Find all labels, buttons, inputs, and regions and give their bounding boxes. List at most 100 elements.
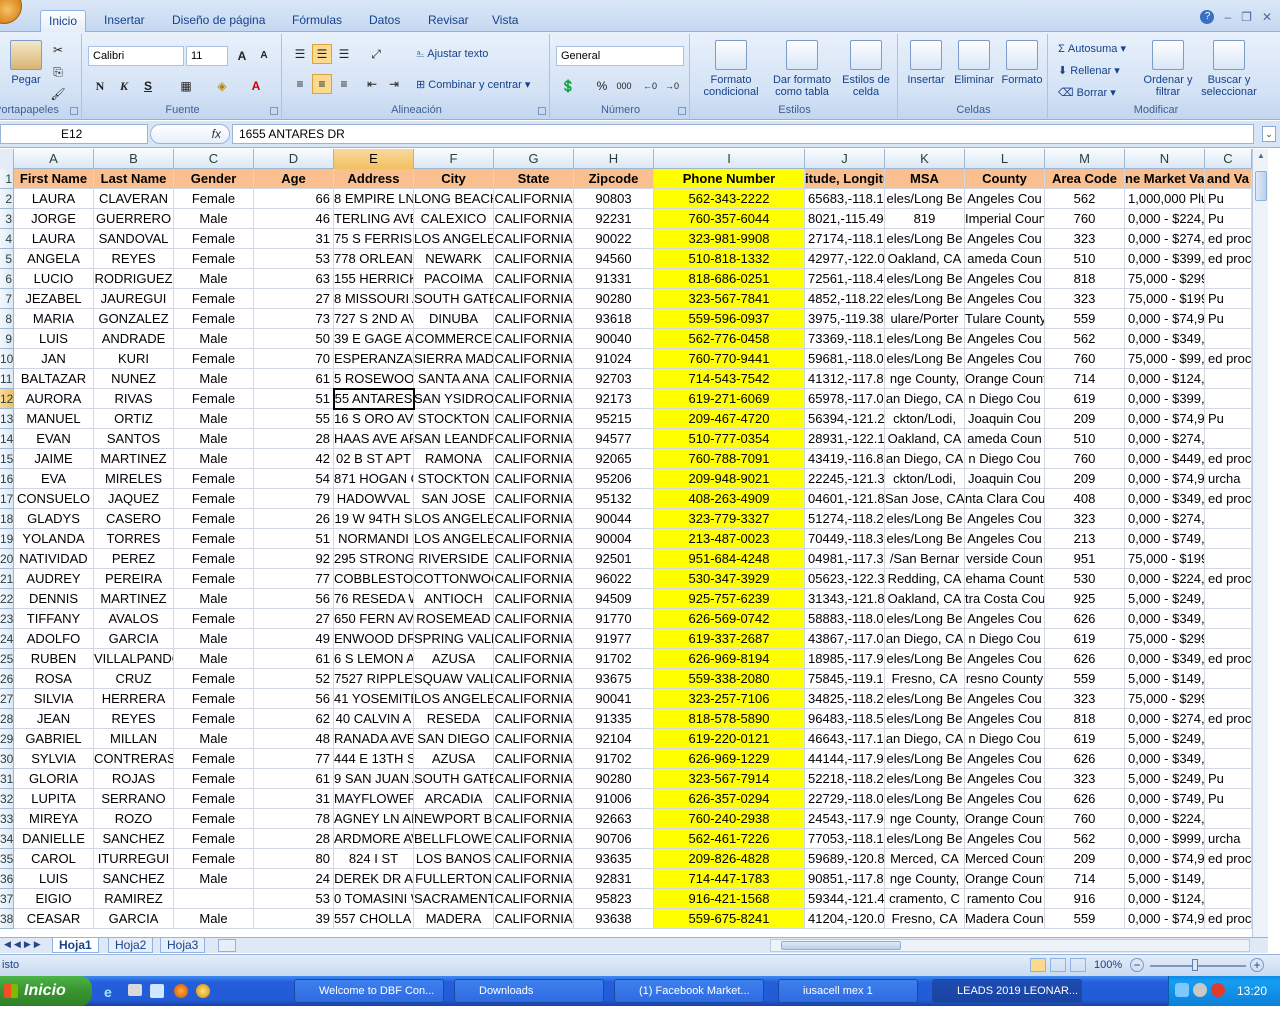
cell[interactable]: 760-357-6044 [654, 209, 805, 229]
cell[interactable]: CALIFORNIA [494, 249, 574, 269]
cell[interactable]: 0,000 - $224,9 [1125, 569, 1205, 589]
cell[interactable]: 778 ORLEANS [334, 249, 414, 269]
name-box[interactable]: E12 [0, 124, 148, 144]
column-header-k[interactable]: K [885, 149, 965, 169]
cell[interactable]: 626 [1045, 749, 1125, 769]
cell[interactable] [1205, 749, 1252, 769]
cell[interactable]: MIREYA [14, 809, 94, 829]
cell[interactable]: JORGE [14, 209, 94, 229]
cell[interactable]: 0,000 - $274,9 [1125, 709, 1205, 729]
cell[interactable]: 28931,-122.15 [805, 429, 885, 449]
cell[interactable]: 94577 [574, 429, 654, 449]
cell[interactable]: EVA [14, 469, 94, 489]
cell[interactable]: 75,000 - $199,999 [1125, 549, 1205, 569]
cell[interactable]: 209 [1045, 409, 1125, 429]
cell[interactable]: 51 [254, 529, 334, 549]
row-header[interactable]: 9 [0, 329, 14, 349]
cell[interactable]: SOUTH GATE [414, 289, 494, 309]
cell[interactable]: Tulare County [965, 309, 1045, 329]
cell[interactable]: Oakland, CA [885, 589, 965, 609]
cell[interactable]: 50 [254, 329, 334, 349]
cell[interactable]: 52218,-118.2 [805, 769, 885, 789]
column-header-n[interactable]: N [1125, 149, 1205, 169]
cell[interactable]: 323-257-7106 [654, 689, 805, 709]
cell[interactable]: 92065 [574, 449, 654, 469]
cell[interactable]: 61 [254, 369, 334, 389]
cell[interactable]: cramento, C [885, 889, 965, 909]
cell[interactable]: 0,000 - $749,999 [1125, 789, 1205, 809]
cell[interactable]: Angeles Cou [965, 829, 1045, 849]
cell[interactable]: MAYFLOWER [334, 789, 414, 809]
cell[interactable]: RANADA AVE [334, 729, 414, 749]
cell[interactable]: 295 STRONG S [334, 549, 414, 569]
help-icon[interactable]: ? [1200, 10, 1215, 24]
cell[interactable]: 562-776-0458 [654, 329, 805, 349]
cell[interactable]: SAN DIEGO [414, 729, 494, 749]
cell[interactable]: 0,000 - $74,9 [1125, 849, 1205, 869]
cell[interactable]: Joaquin Cou [965, 469, 1045, 489]
underline-button[interactable]: S [138, 76, 158, 96]
cell[interactable]: 818-686-0251 [654, 269, 805, 289]
cell[interactable]: Angeles Cou [965, 229, 1045, 249]
cell[interactable]: JEZABEL [14, 289, 94, 309]
cell[interactable]: 31 [254, 229, 334, 249]
column-title[interactable]: Age [254, 169, 334, 189]
cell[interactable]: 28 [254, 829, 334, 849]
cell[interactable]: COBBLESTO [334, 569, 414, 589]
cell[interactable]: ENWOOD DR [334, 629, 414, 649]
cell[interactable]: BELLFLOWER [414, 829, 494, 849]
cell[interactable]: 94509 [574, 589, 654, 609]
column-title[interactable]: and Va [1205, 169, 1252, 189]
cell[interactable]: MARTINEZ [94, 589, 174, 609]
cell[interactable]: CALIFORNIA [494, 809, 574, 829]
cell[interactable]: an Diego, CA [885, 729, 965, 749]
cell[interactable]: ameda Coun [965, 429, 1045, 449]
cell[interactable]: 75 S FERRIS A [334, 229, 414, 249]
cell[interactable]: Female [174, 189, 254, 209]
row-header[interactable]: 6 [0, 269, 14, 289]
cell[interactable]: 760-240-2938 [654, 809, 805, 829]
cell[interactable]: 90022 [574, 229, 654, 249]
cell[interactable]: 41312,-117.88 [805, 369, 885, 389]
cell[interactable]: MANUEL [14, 409, 94, 429]
cell[interactable]: 94560 [574, 249, 654, 269]
cell[interactable]: Female [174, 849, 254, 869]
column-header-m[interactable]: M [1045, 149, 1125, 169]
cell[interactable]: 0,000 - $224,999 [1125, 209, 1205, 229]
cell[interactable]: 727 S 2ND AV [334, 309, 414, 329]
cell[interactable] [1205, 809, 1252, 829]
cell[interactable]: urcha [1205, 829, 1252, 849]
cell[interactable]: Female [174, 689, 254, 709]
cell[interactable]: 92703 [574, 369, 654, 389]
cell[interactable]: 0,000 - $349,999 [1125, 329, 1205, 349]
cell[interactable]: 714-447-1783 [654, 869, 805, 889]
cell[interactable]: 5,000 - $149,999 [1125, 669, 1205, 689]
cell[interactable]: 44144,-117.90 [805, 749, 885, 769]
cell[interactable]: CALIFORNIA [494, 889, 574, 909]
cell[interactable]: Pu [1205, 309, 1252, 329]
row-header[interactable]: 37 [0, 889, 14, 909]
cell[interactable]: 90803 [574, 189, 654, 209]
cell[interactable]: verside Coun [965, 549, 1045, 569]
column-header-i[interactable]: I [654, 149, 805, 169]
cell[interactable]: Male [174, 629, 254, 649]
office-button[interactable] [0, 0, 22, 24]
cut-icon[interactable]: ✂ [48, 40, 68, 60]
cell[interactable]: MILLAN [94, 729, 174, 749]
cell[interactable]: 72561,-118.41 [805, 269, 885, 289]
cell[interactable]: 02 B ST APT [334, 449, 414, 469]
row-header[interactable]: 26 [0, 669, 14, 689]
find-select-button[interactable]: Buscar y seleccionar [1198, 40, 1260, 98]
cell[interactable]: Female [174, 709, 254, 729]
cell[interactable]: 209 [1045, 849, 1125, 869]
cell[interactable]: 91335 [574, 709, 654, 729]
align-right-icon[interactable]: ≡ [334, 74, 354, 94]
cell[interactable]: 8 EMPIRE LN [334, 189, 414, 209]
cell[interactable]: ESPERANZA A [334, 349, 414, 369]
cell[interactable]: Male [174, 449, 254, 469]
borders-icon[interactable]: ▦ [176, 76, 196, 96]
cell[interactable]: Orange Count [965, 369, 1045, 389]
cell[interactable]: 40 CALVIN A [334, 709, 414, 729]
cell[interactable]: NEWPORT BEA [414, 809, 494, 829]
column-header-g[interactable]: G [494, 149, 574, 169]
